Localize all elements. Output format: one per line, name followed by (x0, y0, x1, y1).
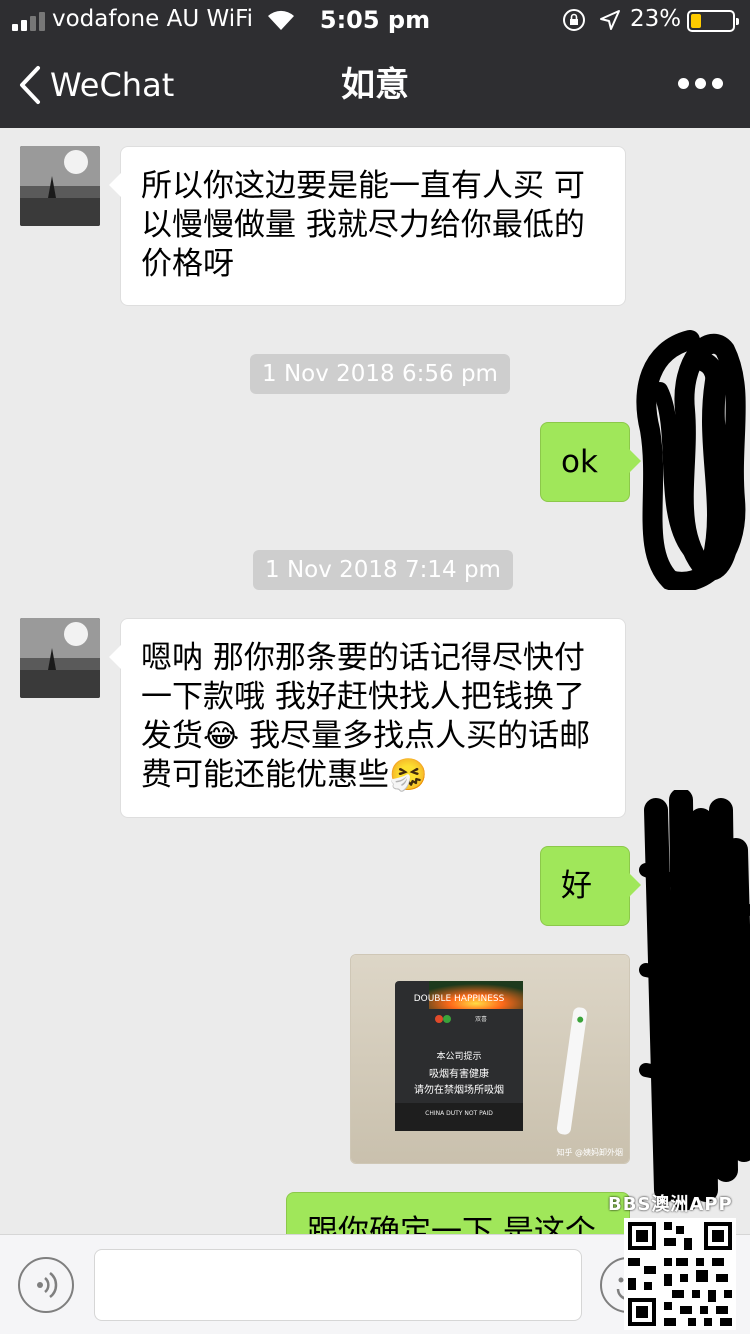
message-bubble-incoming[interactable]: 嗯呐 那你那条要的话记得尽快付一下款哦 我好赶快找人把钱换了发货😂 我尽量多找点… (109, 618, 626, 818)
contact-avatar[interactable] (20, 146, 100, 226)
voice-input-button[interactable] (18, 1257, 74, 1313)
message-bubble-outgoing[interactable]: 好 (540, 846, 641, 926)
contact-avatar[interactable] (20, 618, 100, 698)
status-bar: vodafone AU WiFi 5:05 pm 23% (0, 0, 750, 40)
timestamp: 1 Nov 2018 6:56 pm (250, 354, 510, 394)
photo-credit: 知乎 @姨妈卸外烟 (556, 1147, 623, 1157)
message-text: 嗯呐 那你那条要的话记得尽快付一下款哦 我好赶快找人把钱换了发货😂 我尽量多找点… (141, 640, 591, 793)
message-text: ok (561, 444, 598, 480)
battery-percent: 23% (630, 6, 682, 32)
warning-line1: 吸烟有害健康 (429, 1067, 489, 1080)
voice-wave-icon (37, 1272, 58, 1298)
more-options-icon[interactable] (678, 72, 724, 96)
message-bubble-incoming[interactable]: 所以你这边要是能一直有人买 可以慢慢做量 我就尽力给你最低的价格呀 (109, 146, 626, 306)
pack-brand: DOUBLE HAPPINESS (414, 994, 505, 1004)
battery-icon (687, 10, 739, 32)
rotation-lock-icon (563, 9, 585, 31)
redaction-scribble (636, 330, 746, 590)
top-bar: vodafone AU WiFi 5:05 pm 23% WeChat 如意 (0, 0, 750, 128)
watermark: BBS澳洲APP (608, 1194, 733, 1215)
photo-message[interactable]: DOUBLE HAPPINESS 双喜 本公司提示 吸烟有害健康 请勿在禁烟场所… (350, 954, 630, 1164)
pack-subtitle: 双喜 (475, 1015, 487, 1023)
message-bubble-outgoing[interactable]: ok (540, 422, 641, 502)
warning-title: 本公司提示 (436, 1050, 481, 1062)
duty-notice: CHINA DUTY NOT PAID (425, 1110, 493, 1117)
timestamp: 1 Nov 2018 7:14 pm (253, 550, 513, 590)
location-arrow-icon (600, 10, 620, 30)
redaction-scribble (639, 790, 750, 1210)
message-input[interactable] (94, 1249, 582, 1321)
message-text: 所以你这边要是能一直有人买 可以慢慢做量 我就尽力给你最低的价格呀 (141, 168, 585, 282)
message-text: 好 (561, 868, 592, 904)
chat-title: 如意 (341, 65, 409, 105)
qr-code-icon (624, 1218, 736, 1330)
warning-line2: 请勿在禁烟场所吸烟 (414, 1083, 504, 1096)
